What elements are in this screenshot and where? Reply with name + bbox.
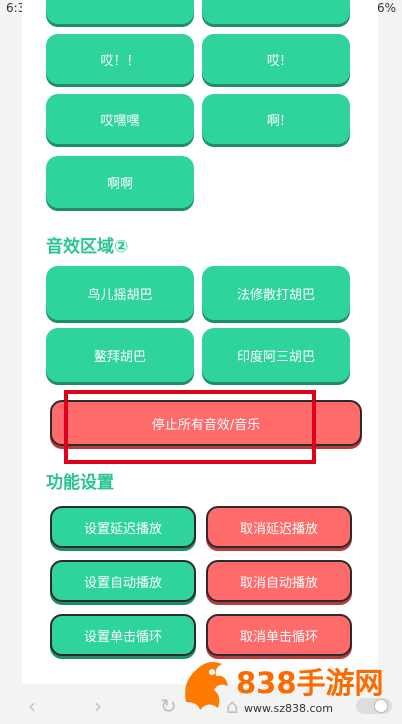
section-title-settings: 功能设置 [46, 473, 114, 493]
toggle-knob [374, 699, 388, 713]
set-loop-button[interactable]: 设置单击循环 [50, 614, 196, 656]
sound-button[interactable]: 法修散打胡巴 [202, 266, 350, 320]
sound-button[interactable]: 啊! [202, 94, 350, 144]
forward-icon[interactable]: › [94, 694, 102, 718]
refresh-icon[interactable]: ↻ [160, 694, 177, 718]
sound-button-partial-right[interactable] [202, 0, 350, 24]
back-icon[interactable]: ‹ [28, 694, 36, 718]
set-auto-button[interactable]: 设置自动播放 [50, 560, 196, 602]
sound-button-partial-left[interactable] [46, 0, 194, 24]
sound-button[interactable]: 哎嘿嘿 [46, 94, 194, 144]
sound-button[interactable]: 鸟儿摇胡巴 [46, 266, 194, 320]
sound-button[interactable]: 啊啊 [46, 156, 194, 208]
night-mode-toggle[interactable] [356, 698, 392, 714]
sound-button[interactable]: 印度阿三胡巴 [202, 328, 350, 382]
cancel-delay-button[interactable]: 取消延迟播放 [206, 506, 352, 548]
watermark-url: www.sz838.com [244, 702, 333, 715]
section-title-sound-zone-2: 音效区域② [46, 237, 129, 257]
dragon-logo-icon [185, 662, 228, 710]
sound-button[interactable]: 哎！！ [46, 34, 194, 84]
sound-button[interactable]: 哎! [202, 34, 350, 84]
highlight-box [64, 390, 316, 464]
sound-button[interactable]: 鳌拜胡巴 [46, 328, 194, 382]
app-page: 哎！！ 哎! 哎嘿嘿 啊! 啊啊 音效区域② 鸟儿摇胡巴 法修散打胡巴 鳌拜胡巴… [22, 0, 378, 684]
watermark-title: 838手游网 [236, 666, 384, 700]
set-delay-button[interactable]: 设置延迟播放 [50, 506, 196, 548]
cancel-auto-button[interactable]: 取消自动播放 [206, 560, 352, 602]
